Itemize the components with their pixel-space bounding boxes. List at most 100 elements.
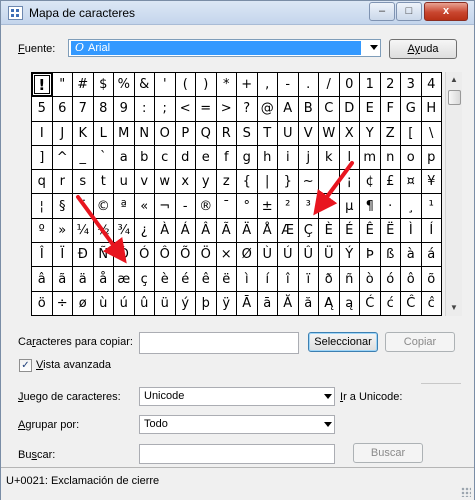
char-cell[interactable]: ä: [73, 267, 94, 292]
char-cell[interactable]: Ê: [360, 218, 381, 244]
char-cell[interactable]: G: [401, 97, 422, 122]
char-cell[interactable]: S: [237, 121, 258, 146]
char-cell[interactable]: ]: [32, 145, 53, 171]
char-cell[interactable]: 8: [93, 97, 114, 122]
char-cell[interactable]: e: [196, 145, 217, 171]
char-cell[interactable]: :: [134, 97, 155, 122]
scroll-up-icon[interactable]: ▲: [446, 72, 462, 88]
char-cell[interactable]: x: [175, 170, 196, 195]
char-cell[interactable]: ā: [257, 291, 278, 316]
char-cell[interactable]: a: [114, 145, 135, 171]
char-cell[interactable]: ¨: [73, 194, 94, 219]
char-cell[interactable]: =: [196, 97, 217, 122]
char-cell[interactable]: ù: [93, 291, 114, 316]
char-cell[interactable]: É: [339, 218, 360, 244]
char-cell[interactable]: ^: [52, 145, 73, 171]
char-cell[interactable]: á: [421, 243, 442, 268]
title-bar[interactable]: Mapa de caracteres – □ x: [1, 1, 474, 25]
char-cell[interactable]: Ô: [155, 243, 176, 268]
char-cell[interactable]: ê: [196, 267, 217, 292]
char-cell[interactable]: T: [257, 121, 278, 146]
char-cell[interactable]: Ï: [52, 243, 73, 268]
char-cell[interactable]: ©: [93, 194, 114, 219]
char-cell[interactable]: s: [73, 170, 94, 195]
char-cell[interactable]: ¡: [339, 170, 360, 195]
char-cell[interactable]: U: [278, 121, 299, 146]
char-cell[interactable]: ç: [134, 267, 155, 292]
char-cell[interactable]: }: [278, 170, 299, 195]
char-cell[interactable]: õ: [421, 267, 442, 292]
copy-button[interactable]: Copiar: [385, 332, 455, 352]
char-cell[interactable]: b: [134, 145, 155, 171]
char-cell[interactable]: ¾: [114, 218, 135, 244]
char-cell[interactable]: O: [155, 121, 176, 146]
char-cell[interactable]: 6: [52, 97, 73, 122]
grid-scrollbar[interactable]: ▲ ▼: [445, 72, 462, 316]
char-cell[interactable]: Å: [257, 218, 278, 244]
char-cell[interactable]: û: [134, 291, 155, 316]
char-cell[interactable]: n: [380, 145, 401, 171]
char-cell[interactable]: È: [319, 218, 340, 244]
char-cell[interactable]: ª: [114, 194, 135, 219]
char-cell[interactable]: ¼: [73, 218, 94, 244]
char-cell[interactable]: è: [155, 267, 176, 292]
char-cell[interactable]: æ: [114, 267, 135, 292]
char-cell[interactable]: w: [155, 170, 176, 195]
char-cell[interactable]: ': [155, 73, 176, 98]
char-cell[interactable]: Ā: [237, 291, 258, 316]
char-cell[interactable]: v: [134, 170, 155, 195]
char-cell[interactable]: £: [380, 170, 401, 195]
char-cell[interactable]: p: [421, 145, 442, 171]
char-cell[interactable]: B: [298, 97, 319, 122]
char-cell[interactable]: Z: [380, 121, 401, 146]
char-cell[interactable]: ~: [298, 170, 319, 195]
char-cell[interactable]: Í: [421, 218, 442, 244]
char-cell[interactable]: h: [257, 145, 278, 171]
char-cell[interactable]: ¿: [134, 218, 155, 244]
char-cell[interactable]: Ç: [298, 218, 319, 244]
char-cell[interactable]: _: [73, 145, 94, 171]
char-cell[interactable]: Ü: [319, 243, 340, 268]
resize-grip-icon[interactable]: [461, 487, 471, 497]
char-cell[interactable]: ¹: [421, 194, 442, 219]
char-cell[interactable]: ô: [401, 267, 422, 292]
char-cell[interactable]: J: [52, 121, 73, 146]
char-cell[interactable]: M: [114, 121, 135, 146]
char-cell[interactable]: 2: [380, 73, 401, 98]
char-cell[interactable]: ¦: [32, 194, 53, 219]
char-cell[interactable]: ÷: [52, 291, 73, 316]
close-button[interactable]: x: [424, 2, 468, 21]
search-input[interactable]: [139, 444, 335, 464]
char-cell[interactable]: ¶: [360, 194, 381, 219]
char-cell[interactable]: »: [52, 218, 73, 244]
char-cell[interactable]: ć: [380, 291, 401, 316]
char-cell[interactable]: r: [52, 170, 73, 195]
character-grid[interactable]: ! " # $% & '() * +, -./0 1 2 3 4 5 6 7 8 9:; < = >? @ A B C D E F G H…: [31, 72, 442, 316]
char-cell[interactable]: ,: [257, 73, 278, 98]
char-cell[interactable]: f: [216, 145, 237, 171]
char-cell[interactable]: P: [175, 121, 196, 146]
char-cell[interactable]: ½: [93, 218, 114, 244]
char-cell[interactable]: ü: [155, 291, 176, 316]
char-cell[interactable]: Þ: [360, 243, 381, 268]
char-cell[interactable]: ð: [319, 267, 340, 292]
char-cell[interactable]: Y: [360, 121, 381, 146]
char-cell[interactable]: $: [93, 73, 114, 98]
char-cell[interactable]: â: [32, 267, 53, 292]
char-cell[interactable]: [: [401, 121, 422, 146]
char-cell[interactable]: K: [73, 121, 94, 146]
char-cell[interactable]: ;: [155, 97, 176, 122]
char-cell[interactable]: I: [32, 121, 53, 146]
char-cell[interactable]: ą: [339, 291, 360, 316]
char-cell[interactable]: l: [339, 145, 360, 171]
char-cell[interactable]: ³: [298, 194, 319, 219]
char-cell[interactable]: &: [134, 73, 155, 98]
char-cell[interactable]: Ä: [237, 218, 258, 244]
char-cell[interactable]: D: [339, 97, 360, 122]
char-cell[interactable]: Ò: [114, 243, 135, 268]
char-cell[interactable]: 9: [114, 97, 135, 122]
char-cell[interactable]: u: [114, 170, 135, 195]
char-cell[interactable]: .: [298, 73, 319, 98]
char-cell[interactable]: y: [196, 170, 217, 195]
char-cell[interactable]: @: [257, 97, 278, 122]
